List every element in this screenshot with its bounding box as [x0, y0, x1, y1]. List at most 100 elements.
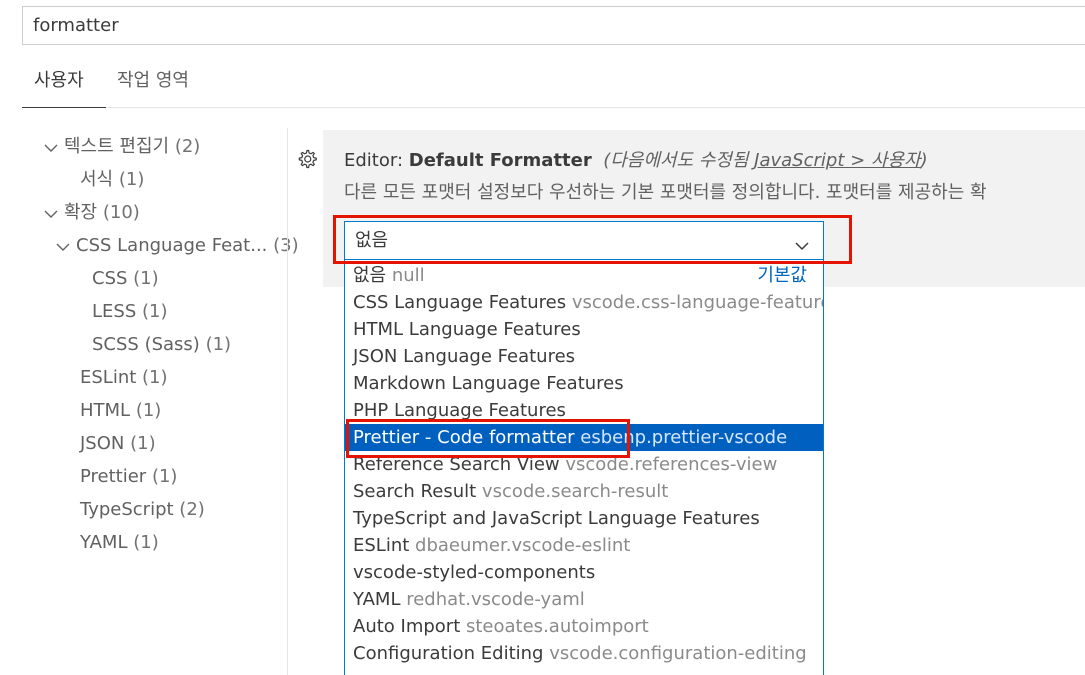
- option-css-language-features[interactable]: CSS Language Features vscode.css-languag…: [345, 289, 823, 316]
- option-label: PHP Language Features: [353, 400, 566, 421]
- option-id: vscode.configuration-editing: [549, 643, 807, 664]
- toc-label: CSS: [92, 268, 128, 289]
- modified-elsewhere-prefix: (다음에서도 수정됨: [603, 150, 755, 171]
- option-prettier[interactable]: Prettier - Code formatter esbenp.prettie…: [345, 424, 823, 451]
- setting-description: 다른 모든 포맷터 설정보다 우선하는 기본 포맷터를 정의합니다. 포맷터를 …: [344, 182, 987, 203]
- option-id: esbenp.prettier-vscode: [580, 427, 788, 448]
- option-markdown-language-features[interactable]: Markdown Language Features: [345, 370, 823, 397]
- option-id: dbaeumer.vscode-eslint: [415, 535, 631, 556]
- option-none[interactable]: 없음 null 기본값: [345, 262, 823, 289]
- toc-count: (1): [135, 400, 162, 421]
- toc-label: TypeScript: [80, 499, 174, 520]
- option-id: redhat.vscode-yaml: [406, 589, 585, 610]
- option-label: Reference Search View: [353, 454, 560, 475]
- toc-count: (3): [273, 235, 299, 256]
- option-id: vscode.search-result: [481, 481, 669, 502]
- option-typescript-javascript[interactable]: TypeScript and JavaScript Language Featu…: [345, 505, 823, 532]
- option-label: Markdown Language Features: [353, 373, 624, 394]
- option-id: vscode.css-language-features: [571, 292, 824, 313]
- toc-label: HTML: [80, 400, 131, 421]
- active-tab-indicator: [22, 107, 106, 108]
- option-id: null: [391, 265, 425, 286]
- toc-count: (10): [102, 202, 140, 223]
- toc-item-css[interactable]: CSS (1): [92, 262, 159, 295]
- toc-label: 텍스트 편집기: [64, 136, 170, 157]
- toc-count: (1): [142, 301, 168, 322]
- toc-label: YAML: [80, 532, 128, 553]
- settings-editor: formatter 사용자 작업 영역 텍스트 편집기 (2) 서식 (1) 확…: [0, 0, 1085, 675]
- option-label: TypeScript and JavaScript Language Featu…: [353, 508, 760, 529]
- toc-item-json[interactable]: JSON (1): [80, 427, 156, 460]
- toc-label: 서식: [80, 169, 114, 190]
- toc-item-text-editor[interactable]: 텍스트 편집기 (2): [44, 130, 200, 163]
- toc-count: (1): [133, 532, 159, 553]
- option-id: steoates.autoimport: [466, 616, 649, 637]
- option-label: Prettier - Code formatter: [353, 427, 575, 448]
- toc-count: (1): [151, 466, 178, 487]
- option-php-language-features[interactable]: PHP Language Features: [345, 397, 823, 424]
- toc-item-formatting[interactable]: 서식 (1): [80, 163, 144, 196]
- chevron-down-icon: [56, 229, 76, 262]
- toc-count: (1): [142, 367, 168, 388]
- toc-divider: [287, 128, 288, 675]
- option-label: YAML: [353, 589, 401, 610]
- option-json-language-features[interactable]: JSON Language Features: [345, 343, 823, 370]
- option-html-language-features[interactable]: HTML Language Features: [345, 316, 823, 343]
- option-auto-import[interactable]: Auto Import steoates.autoimport: [345, 613, 823, 640]
- toc-item-yaml[interactable]: YAML (1): [80, 526, 159, 559]
- option-reference-search-view[interactable]: Reference Search View vscode.references-…: [345, 451, 823, 478]
- default-badge: 기본값: [757, 265, 807, 286]
- option-label: vscode-styled-components: [353, 562, 596, 583]
- settings-search-input[interactable]: formatter: [22, 6, 1085, 45]
- toc-label: CSS Language Feat...: [76, 235, 268, 256]
- toc-item-prettier[interactable]: Prettier (1): [80, 460, 177, 493]
- option-label: JSON Language Features: [353, 346, 576, 367]
- toc-label: LESS: [92, 301, 137, 322]
- toc-label: 확장: [64, 202, 98, 223]
- option-label: ESLint: [353, 535, 410, 556]
- toc-item-html[interactable]: HTML (1): [80, 394, 161, 427]
- option-label: Search Result: [353, 481, 477, 502]
- formatter-dropdown-list: 없음 null 기본값 CSS Language Features vscode…: [344, 260, 824, 675]
- default-formatter-select[interactable]: 없음: [344, 221, 824, 260]
- toc-label: SCSS (Sass): [92, 334, 200, 355]
- toc-item-eslint[interactable]: ESLint (1): [80, 361, 168, 394]
- chevron-down-icon: [793, 231, 811, 251]
- chevron-down-icon: [44, 130, 64, 163]
- toc-label: JSON: [80, 433, 125, 454]
- toc-count: (1): [118, 169, 145, 190]
- option-configuration-editing[interactable]: Configuration Editing vscode.configurati…: [345, 640, 823, 667]
- toc-item-scss[interactable]: SCSS (Sass) (1): [92, 328, 231, 361]
- option-eslint[interactable]: ESLint dbaeumer.vscode-eslint: [345, 532, 823, 559]
- select-value: 없음: [355, 230, 389, 251]
- toc-label: ESLint: [80, 367, 137, 388]
- toc-item-css-language-features[interactable]: CSS Language Feat... (3): [56, 229, 299, 262]
- option-search-result[interactable]: Search Result vscode.search-result: [345, 478, 823, 505]
- toc-count: (1): [130, 433, 156, 454]
- modified-elsewhere-link[interactable]: JavaScript > 사용자: [754, 150, 920, 171]
- toc-count: (2): [174, 136, 201, 157]
- option-label: CSS Language Features: [353, 292, 567, 313]
- toc-item-typescript[interactable]: TypeScript (2): [80, 493, 205, 526]
- option-label: Configuration Editing: [353, 643, 544, 664]
- tab-workspace[interactable]: 작업 영역: [117, 66, 189, 96]
- setting-title: Editor: Default Formatter (다음에서도 수정됨 Jav…: [344, 148, 928, 174]
- toc-label: Prettier: [80, 466, 147, 487]
- tab-user[interactable]: 사용자: [34, 66, 84, 96]
- option-label: Auto Import: [353, 616, 461, 637]
- toc-count: (1): [205, 334, 232, 355]
- scope-tabs: 사용자 작업 영역: [22, 66, 1085, 108]
- toc-item-extensions[interactable]: 확장 (10): [44, 196, 140, 229]
- option-yaml[interactable]: YAML redhat.vscode-yaml: [345, 586, 823, 613]
- chevron-down-icon: [44, 196, 64, 229]
- gear-icon[interactable]: [296, 148, 318, 170]
- toc-count: (1): [133, 268, 159, 289]
- option-label: HTML Language Features: [353, 319, 581, 340]
- modified-elsewhere-suffix: ): [920, 150, 928, 171]
- option-vscode-styled-components[interactable]: vscode-styled-components: [345, 559, 823, 586]
- setting-category: Editor:: [344, 150, 409, 171]
- toc-count: (2): [179, 499, 205, 520]
- setting-name: Default Formatter: [408, 150, 592, 171]
- option-label: 없음: [353, 265, 387, 286]
- toc-item-less[interactable]: LESS (1): [92, 295, 168, 328]
